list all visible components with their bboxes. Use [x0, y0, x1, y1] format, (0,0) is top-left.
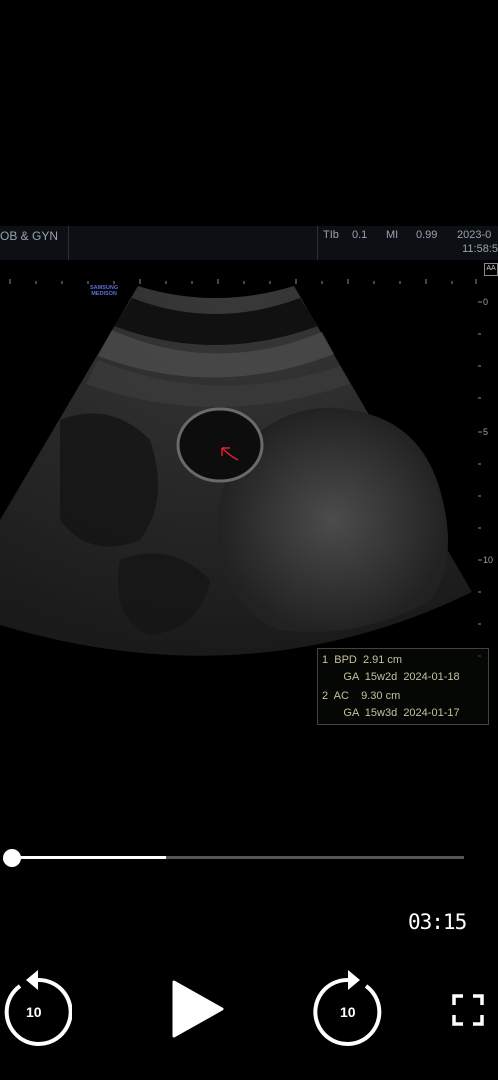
fullscreen-icon	[452, 994, 484, 1026]
seek-bar-fill	[12, 856, 166, 859]
seek-bar[interactable]	[12, 856, 464, 859]
rewind-seconds: 10	[26, 1004, 42, 1020]
mi-label: MI	[386, 229, 399, 241]
tib-value: 0.1	[352, 229, 368, 241]
tib-label: TIb	[323, 229, 339, 241]
measurement-bpd-ga: GA 15w2d 2024-01-18	[322, 671, 460, 683]
play-button[interactable]	[168, 978, 228, 1040]
clock-label: 11:58:5	[462, 243, 498, 255]
measurement-ac-ga: GA 15w3d 2024-01-17	[322, 707, 460, 719]
header-divider	[68, 226, 69, 260]
forward-10-button[interactable]: 10	[310, 968, 386, 1050]
rewind-10-button[interactable]: 10	[0, 968, 73, 1050]
play-icon	[172, 980, 224, 1038]
ultrasound-image	[0, 286, 472, 656]
brand-logo: SAMSUNG MEDISON	[90, 285, 119, 297]
measurement-bpd: 1 BPD 2.91 cm	[322, 654, 403, 666]
ultrasound-header: OB & GYN TIb 0.1 MI 0.99 2023-0 11:58:5	[0, 226, 498, 260]
date-label: 2023-0	[457, 229, 492, 241]
fullscreen-button[interactable]	[452, 994, 484, 1026]
exam-type-label: OB & GYN	[0, 229, 59, 243]
forward-seconds: 10	[340, 1004, 356, 1020]
measurement-ac: 2 AC 9.30 cm	[322, 690, 401, 702]
header-divider	[317, 226, 318, 260]
seek-thumb[interactable]	[3, 849, 21, 867]
mi-value: 0.99	[416, 229, 438, 241]
measurement-panel: 1 BPD 2.91 cm GA 15w2d 2024-01-18 2 AC 9…	[317, 648, 489, 725]
elapsed-time: 03:15	[408, 910, 467, 934]
